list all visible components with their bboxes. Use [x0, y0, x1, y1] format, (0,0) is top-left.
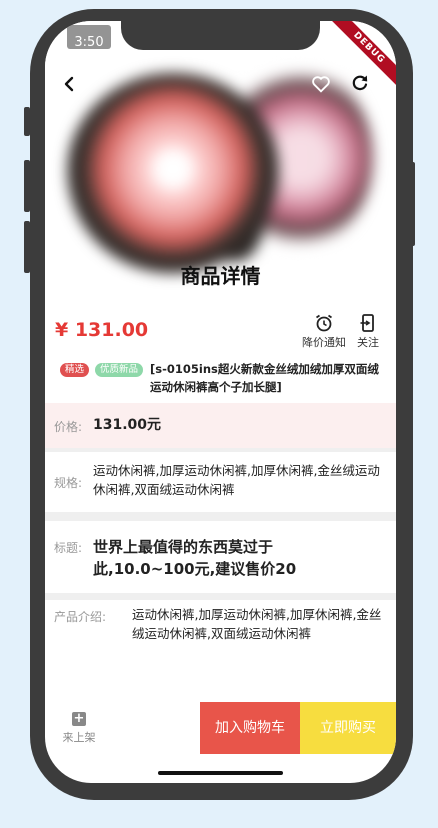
shelf-button[interactable]: + 来上架 [45, 702, 113, 754]
title-label: 标题: [54, 541, 83, 555]
intro-label: 产品介绍: [54, 610, 107, 624]
chevron-left-icon[interactable] [61, 75, 79, 93]
add-to-cart-button[interactable]: 加入购物车 [200, 702, 300, 754]
price-alert-label: 降价通知 [302, 336, 346, 349]
title-value: 世界上最值得的东西莫过于此,10.0~100元,建议售价20 [93, 538, 297, 578]
plus-square-icon: + [72, 711, 86, 726]
buy-now-button[interactable]: 立即购买 [300, 702, 396, 754]
alarm-clock-icon [316, 314, 332, 332]
bottom-action-bar: + 来上架 加入购物车 立即购买 [45, 702, 396, 754]
follow-button[interactable]: 关注 [343, 314, 393, 350]
follow-label: 关注 [357, 336, 379, 349]
product-name: [s-0105ins超火新款金丝绒加绒加厚双面绒运动休闲裤高个子加长腿] [150, 362, 379, 394]
price-detail-value: 131.00元 [93, 417, 162, 433]
intro-row: 产品介绍: 运动休闲裤,加厚运动休闲裤,加厚休闲裤,金丝绒运动休闲裤,双面绒运动… [45, 601, 396, 661]
phone-notch [121, 21, 320, 50]
tag-featured: 精选 [60, 363, 90, 377]
app-screen: 3:50 DEBUG 商品详情 ¥ 131.00 降价通知 关注 精选 优质新品… [45, 21, 396, 783]
heart-outline-icon[interactable] [310, 73, 332, 95]
page-title: 商品详情 [180, 264, 261, 288]
status-time: 3:50 [67, 25, 111, 49]
home-indicator[interactable] [158, 771, 283, 775]
phone-follow-icon [360, 314, 374, 332]
spec-value: 运动休闲裤,加厚运动休闲裤,加厚休闲裤,金丝绒运动休闲裤,双面绒运动休闲裤 [93, 463, 380, 497]
price-detail-row: 价格: 131.00元 [45, 403, 396, 448]
price-row: ¥ 131.00 降价通知 关注 [45, 304, 396, 355]
spec-label: 规格: [54, 476, 83, 490]
tag-quality-new: 优质新品 [95, 363, 144, 377]
refresh-icon[interactable] [350, 73, 370, 93]
section-divider [45, 512, 396, 521]
spec-row: 规格: 运动休闲裤,加厚运动休闲裤,加厚休闲裤,金丝绒运动休闲裤,双面绒运动休闲… [45, 452, 396, 510]
shelf-label: 来上架 [62, 731, 96, 744]
intro-value: 运动休闲裤,加厚运动休闲裤,加厚休闲裤,金丝绒运动休闲裤,双面绒运动休闲裤 [132, 607, 382, 641]
title-row: 标题: 世界上最值得的东西莫过于此,10.0~100元,建议售价20 [45, 521, 396, 593]
price-detail-label: 价格: [54, 420, 83, 434]
product-price: ¥ 131.00 [55, 319, 149, 341]
section-divider [45, 593, 396, 600]
